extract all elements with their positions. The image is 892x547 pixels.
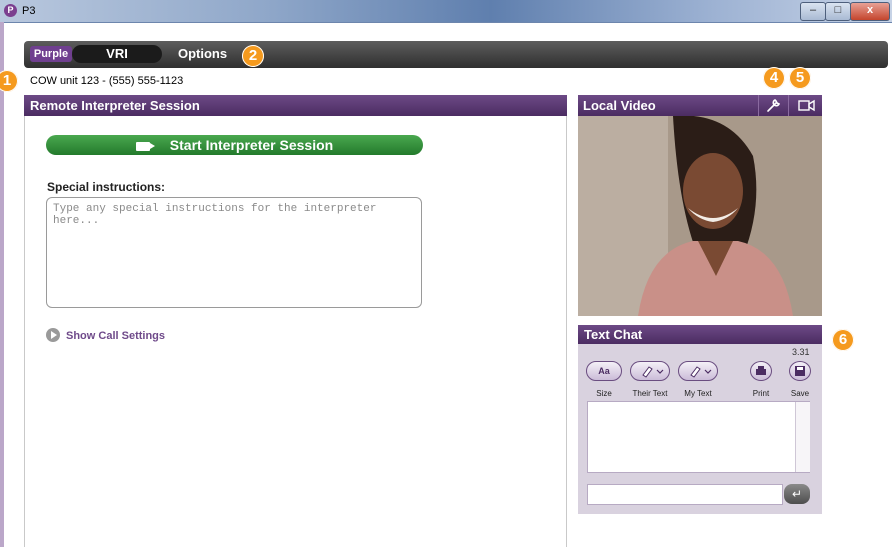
expand-arrow-icon[interactable] xyxy=(46,328,60,342)
callout-badge-6: 6 xyxy=(832,329,854,351)
callout-badge-2: 2 xyxy=(242,45,264,67)
wrench-icon xyxy=(767,99,781,112)
tab-options[interactable]: Options xyxy=(178,46,227,62)
camera-toggle-button[interactable] xyxy=(788,95,823,116)
purple-logo: Purple xyxy=(30,46,72,62)
size-label: Size xyxy=(596,389,612,398)
callout-badge-1: 1 xyxy=(0,70,18,92)
camera-icon xyxy=(798,99,815,112)
pencil-icon xyxy=(690,366,712,378)
close-button[interactable]: x xyxy=(850,2,890,21)
app-icon: P xyxy=(4,4,17,17)
chat-version: 3.31 xyxy=(792,347,810,357)
start-interpreter-session-button[interactable]: Start Interpreter Session xyxy=(46,135,423,155)
video-camera-icon xyxy=(135,141,155,151)
window-left-edge xyxy=(0,22,4,547)
chat-message-input[interactable] xyxy=(587,484,783,505)
save-button[interactable] xyxy=(789,361,811,381)
chat-log[interactable] xyxy=(587,401,810,473)
printer-icon xyxy=(756,366,766,375)
print-label: Print xyxy=(752,389,770,398)
send-button[interactable]: ↵ xyxy=(784,484,810,504)
print-button[interactable] xyxy=(750,361,772,381)
text-chat-title: Text Chat xyxy=(584,327,643,342)
start-button-label: Start Interpreter Session xyxy=(169,137,334,153)
my-text-label: My Text xyxy=(684,389,712,398)
special-instructions-input[interactable] xyxy=(46,197,422,308)
callout-badge-4: 4 xyxy=(763,67,785,89)
video-person-image xyxy=(578,116,822,316)
remote-session-title: Remote Interpreter Session xyxy=(30,98,200,113)
chat-log-scrollbar[interactable] xyxy=(795,402,810,472)
callout-badge-5: 5 xyxy=(789,67,811,89)
local-video-title: Local Video xyxy=(583,98,656,113)
save-label: Save xyxy=(790,389,810,398)
my-text-color-button[interactable] xyxy=(678,361,718,381)
their-text-color-button[interactable] xyxy=(630,361,670,381)
text-size-button[interactable]: Aa xyxy=(586,361,622,381)
tab-vri[interactable]: VRI xyxy=(72,45,162,63)
their-text-label: Their Text xyxy=(632,389,668,398)
maximize-button[interactable]: □ xyxy=(825,2,851,21)
disk-icon xyxy=(795,366,805,376)
minimize-button[interactable]: – xyxy=(800,2,826,21)
device-info: COW unit 123 - (555) 555-1123 xyxy=(30,75,184,87)
window-title: P3 xyxy=(22,5,36,17)
video-settings-button[interactable] xyxy=(758,95,789,116)
special-instructions-label: Special instructions: xyxy=(47,180,166,194)
local-video-feed xyxy=(578,116,822,316)
show-call-settings-link[interactable]: Show Call Settings xyxy=(66,329,165,343)
pencil-icon xyxy=(642,366,664,378)
window-title-bar xyxy=(0,0,892,23)
